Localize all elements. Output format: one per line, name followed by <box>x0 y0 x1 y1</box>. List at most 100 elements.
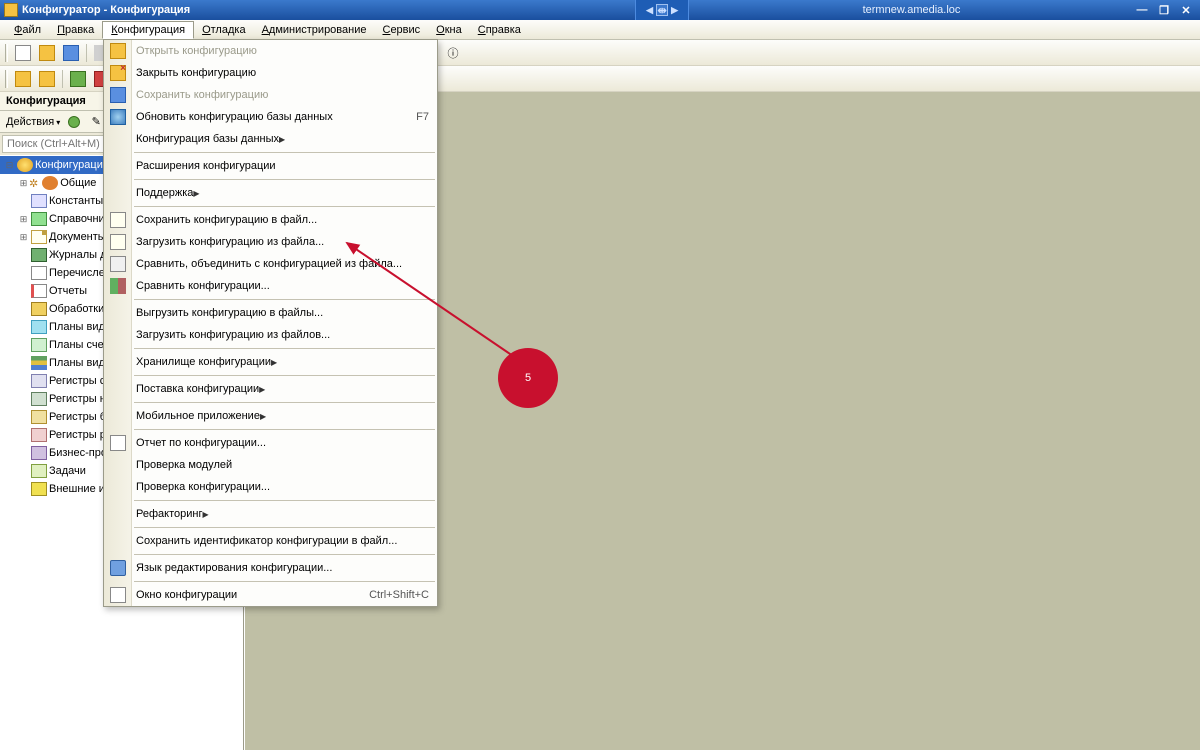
chevron-left-icon: ◀ <box>646 5 653 16</box>
title-bar: Конфигуратор - Конфигурация ◀ ⇹ ▶ termne… <box>0 0 1200 20</box>
restore-button[interactable]: ❐ <box>1156 3 1172 17</box>
info-button[interactable]: ⓘ <box>442 42 464 64</box>
menu-администрирование[interactable]: Администрирование <box>254 22 375 38</box>
mic-close-icon <box>110 65 126 81</box>
tree-label: Бизнес-про <box>49 447 107 459</box>
menu-item[interactable]: Сравнить конфигурации... <box>104 275 437 297</box>
menu-item-label: Язык редактирования конфигурации... <box>136 562 332 574</box>
actions-dropdown[interactable]: Действия <box>4 116 62 128</box>
nic-ext-icon <box>31 482 47 496</box>
tree-label: Отчеты <box>49 285 87 297</box>
menu-item[interactable]: Загрузить конфигурацию из файла... <box>104 231 437 253</box>
chevron-right-icon: ▶ <box>671 5 678 16</box>
menu-item-label: Выгрузить конфигурацию в файлы... <box>136 307 323 319</box>
menu-item-label: Рефакторинг <box>136 508 202 520</box>
nic-chart-icon <box>31 320 47 334</box>
menu-окна[interactable]: Окна <box>428 22 470 38</box>
menu-отладка[interactable]: Отладка <box>194 22 254 38</box>
tree-label: Перечислен <box>49 267 111 279</box>
menu-item-label: Окно конфигурации <box>136 589 237 601</box>
tree-label: Регистры н <box>49 393 106 405</box>
tb2-btn2[interactable] <box>36 68 58 90</box>
menu-справка[interactable]: Справка <box>470 22 529 38</box>
tree-label: Конфигурация <box>35 159 109 171</box>
nic-layers-icon <box>31 356 47 370</box>
grip-icon[interactable] <box>5 70 8 88</box>
menu-item[interactable]: Рефакторинг <box>104 503 437 525</box>
menu-item-label: Хранилище конфигурации <box>136 356 271 368</box>
menu-item[interactable]: Поддержка <box>104 182 437 204</box>
menu-item[interactable]: Окно конфигурации Ctrl+Shift+C <box>104 584 437 606</box>
menu-shortcut: Ctrl+Shift+C <box>369 589 429 601</box>
mic-open-icon <box>110 43 126 59</box>
tree-label: Константы <box>49 195 103 207</box>
close-button[interactable]: ✕ <box>1178 3 1194 17</box>
mic-win-icon <box>110 587 126 603</box>
menu-item[interactable]: Язык редактирования конфигурации... <box>104 557 437 579</box>
menu-item[interactable]: Закрыть конфигурацию <box>104 62 437 84</box>
menu-item-label: Поставка конфигурации <box>136 383 259 395</box>
nic-regacc-icon <box>31 392 47 406</box>
submenu-arrow-icon <box>260 410 266 422</box>
menu-конфигурация[interactable]: Конфигурация <box>102 21 194 39</box>
mic-cmp-icon <box>110 256 126 272</box>
menu-item-label: Проверка конфигурации... <box>136 481 270 493</box>
grip-icon[interactable] <box>5 44 8 62</box>
tb2-btn1[interactable] <box>12 68 34 90</box>
tree-label: Внешние ис <box>49 483 110 495</box>
submenu-arrow-icon <box>202 508 208 520</box>
tree-label: Регистры с <box>49 375 105 387</box>
nic-reg-icon <box>31 374 47 388</box>
tree-label: Регистры р <box>49 429 106 441</box>
menu-item[interactable]: Отчет по конфигурации... <box>104 432 437 454</box>
menu-item[interactable]: Конфигурация базы данных <box>104 128 437 150</box>
new-button[interactable] <box>12 42 34 64</box>
tree-label: Регистры б <box>49 411 106 423</box>
add-button[interactable] <box>65 113 83 131</box>
nic-book-icon <box>31 212 47 226</box>
menu-item-label: Конфигурация базы данных <box>136 133 279 145</box>
nic-proc-icon <box>31 302 47 316</box>
tree-label: Планы счет <box>49 339 108 351</box>
mic-report-icon <box>110 435 126 451</box>
pin-icon[interactable]: ⇹ <box>656 4 668 16</box>
nic-doc-icon <box>31 230 47 244</box>
remote-session-tab[interactable]: ◀ ⇹ ▶ <box>635 0 689 20</box>
menu-item[interactable]: Поставка конфигурации <box>104 378 437 400</box>
tree-label: Справочник <box>49 213 110 225</box>
menu-item[interactable]: Проверка конфигурации... <box>104 476 437 498</box>
tree-label: Планы видо <box>49 321 111 333</box>
menu-правка[interactable]: Правка <box>49 22 102 38</box>
menu-item[interactable]: Расширения конфигурации <box>104 155 437 177</box>
menu-item-label: Сохранить конфигурацию в файл... <box>136 214 317 226</box>
menu-item[interactable]: Хранилище конфигурации <box>104 351 437 373</box>
menu-item[interactable]: Сравнить, объединить с конфигурацией из … <box>104 253 437 275</box>
mic-savefile-icon <box>110 212 126 228</box>
menu-item[interactable]: Загрузить конфигурацию из файлов... <box>104 324 437 346</box>
menu-shortcut: F7 <box>416 111 429 123</box>
menu-item[interactable]: Сохранить идентификатор конфигурации в ф… <box>104 530 437 552</box>
configuration-menu: Открыть конфигурацию Закрыть конфигурацию… <box>103 39 438 607</box>
save-button[interactable] <box>60 42 82 64</box>
tb2-btn3[interactable] <box>67 68 89 90</box>
minimize-button[interactable]: — <box>1134 3 1150 17</box>
menu-item-label: Открыть конфигурацию <box>136 45 257 57</box>
mic-loadfile-icon <box>110 234 126 250</box>
menu-item-label: Сохранить конфигурацию <box>136 89 268 101</box>
submenu-arrow-icon <box>271 356 277 368</box>
menu-item: Сохранить конфигурацию <box>104 84 437 106</box>
menu-item[interactable]: Выгрузить конфигурацию в файлы... <box>104 302 437 324</box>
menu-item-label: Поддержка <box>136 187 193 199</box>
nic-report-icon <box>31 284 47 298</box>
menu-item[interactable]: Мобильное приложение <box>104 405 437 427</box>
menu-item[interactable]: Обновить конфигурацию базы данных F7 <box>104 106 437 128</box>
menu-item[interactable]: Сохранить конфигурацию в файл... <box>104 209 437 231</box>
menu-файл[interactable]: Файл <box>6 22 49 38</box>
menu-item-label: Мобильное приложение <box>136 410 260 422</box>
menu-сервис[interactable]: Сервис <box>374 22 428 38</box>
menu-item[interactable]: Проверка модулей <box>104 454 437 476</box>
menu-item: Открыть конфигурацию <box>104 40 437 62</box>
menu-item-label: Обновить конфигурацию базы данных <box>136 111 333 123</box>
open-button[interactable] <box>36 42 58 64</box>
menu-item-label: Проверка модулей <box>136 459 232 471</box>
